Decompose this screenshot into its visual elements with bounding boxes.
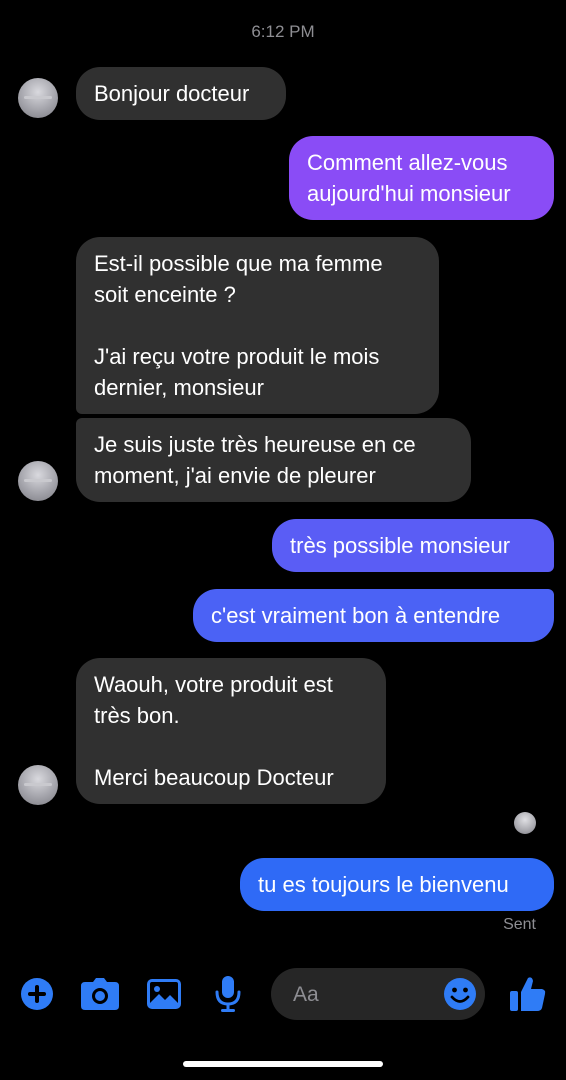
message-composer[interactable] <box>271 968 485 1022</box>
incoming-message[interactable]: Est-il possible que ma femme soit encein… <box>76 237 439 414</box>
camera-icon[interactable] <box>80 974 120 1014</box>
outgoing-message[interactable]: Comment allez-vous aujourd'hui monsieur <box>289 136 554 220</box>
contact-avatar[interactable] <box>18 78 58 118</box>
message-input[interactable] <box>291 968 445 1022</box>
outgoing-message[interactable]: très possible monsieur <box>272 519 554 572</box>
home-indicator[interactable] <box>183 1061 383 1067</box>
thumbs-up-icon[interactable] <box>508 974 548 1014</box>
contact-avatar[interactable] <box>18 461 58 501</box>
incoming-message[interactable]: Je suis juste très heureuse en ce moment… <box>76 418 471 502</box>
sent-status: Sent <box>503 916 536 933</box>
outgoing-message[interactable]: tu es toujours le bienvenu <box>240 858 554 911</box>
mic-icon[interactable] <box>208 974 248 1014</box>
image-icon[interactable] <box>144 974 184 1014</box>
incoming-message[interactable]: Waouh, votre produit est très bon. Merci… <box>76 658 386 804</box>
outgoing-message[interactable]: c'est vraiment bon à entendre <box>193 589 554 642</box>
timestamp: 6:12 PM <box>251 22 315 41</box>
incoming-message[interactable]: Bonjour docteur <box>76 67 286 120</box>
emoji-icon[interactable] <box>443 977 477 1011</box>
read-receipt-avatar <box>514 812 536 834</box>
contact-avatar[interactable] <box>18 765 58 805</box>
plus-icon[interactable] <box>17 974 57 1014</box>
